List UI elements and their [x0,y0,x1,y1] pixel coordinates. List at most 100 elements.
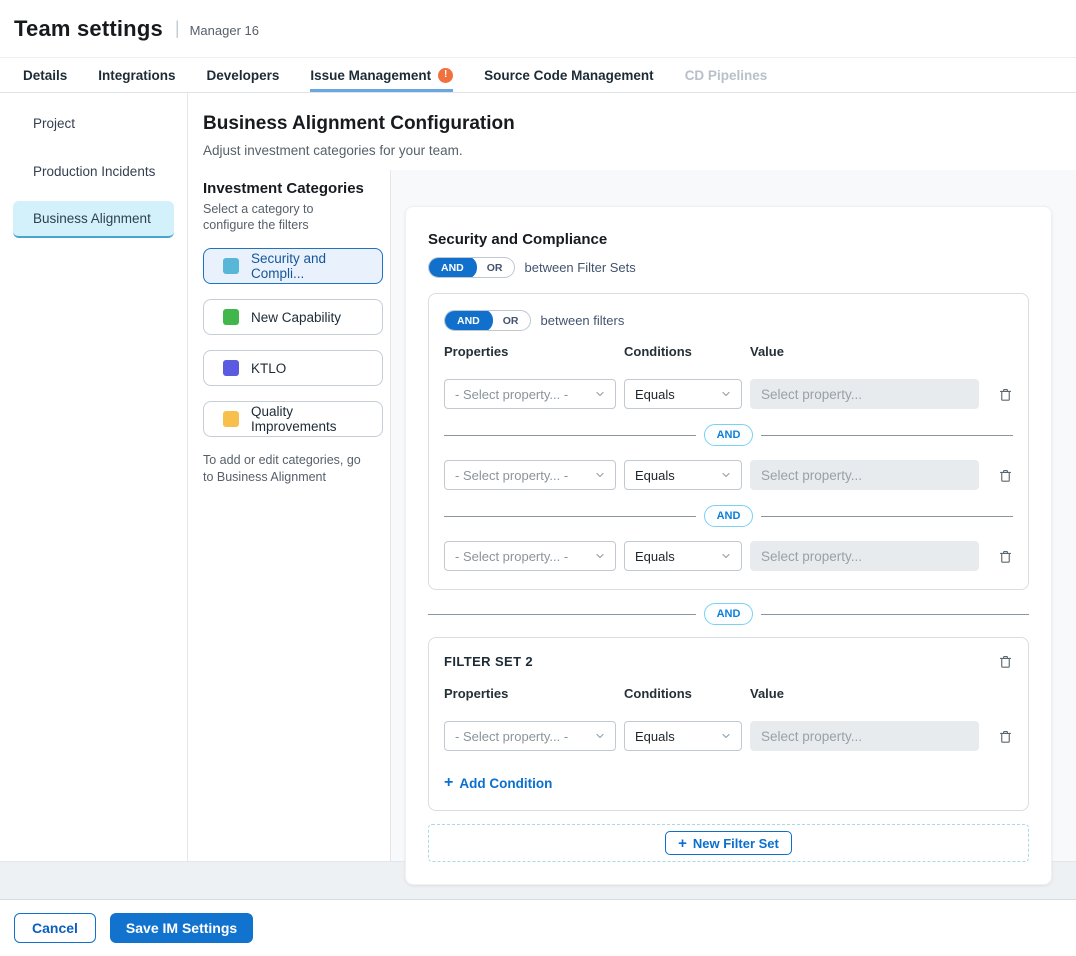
toggle-caption: between Filter Sets [525,260,636,275]
category-config-card: Security and Compliance AND OR between F… [405,206,1052,885]
sidebar-item-business-alignment[interactable]: Business Alignment [13,201,174,238]
sidebar-item-project[interactable]: Project [13,105,174,142]
app-header: Team settings | Manager 16 [0,0,1076,57]
conditions-header: Conditions [624,686,742,701]
and-or-toggle-filter-sets[interactable]: AND OR [428,257,515,278]
and-segment[interactable]: AND [428,257,477,278]
category-security-and-compliance[interactable]: Security and Compli... [203,248,383,284]
trash-icon [998,549,1013,564]
new-filter-set-button[interactable]: + New Filter Set [665,831,792,855]
category-color-swatch [223,411,239,427]
category-color-swatch [223,360,239,376]
condition-select[interactable]: Equals [624,379,742,409]
filter-row: - Select property... - Equals [444,460,1013,490]
section-title: Business Alignment Configuration [203,113,1076,135]
value-input[interactable] [750,379,979,409]
section-subtitle: Adjust investment categories for your te… [203,143,1076,158]
tab-integrations[interactable]: Integrations [98,58,175,92]
trash-icon [998,468,1013,483]
delete-filter-button[interactable] [998,468,1013,483]
chevron-down-icon [720,469,732,481]
team-name: Manager 16 [190,20,259,38]
category-color-swatch [223,309,239,325]
tab-developers[interactable]: Developers [207,58,280,92]
toggle-caption: between filters [541,313,625,328]
trash-icon [998,387,1013,402]
value-input[interactable] [750,721,979,751]
property-select[interactable]: - Select property... - [444,460,616,490]
tab-cd-pipelines: CD Pipelines [685,58,768,92]
cancel-button[interactable]: Cancel [14,913,96,943]
tab-source-code-management[interactable]: Source Code Management [484,58,654,92]
main-panel: Business Alignment Configuration Adjust … [188,93,1076,861]
tab-issue-management[interactable]: Issue Management ! [310,58,453,92]
category-color-swatch [223,258,239,274]
and-segment[interactable]: AND [444,310,493,331]
category-quality-improvements[interactable]: Quality Improvements [203,401,383,437]
page-title: Team settings [14,16,163,42]
sidebar-item-production-incidents[interactable]: Production Incidents [13,153,174,190]
categories-footnote: To add or edit categories, go to Busines… [203,452,373,485]
delete-filter-set-button[interactable] [998,654,1013,669]
filter-set-2: FILTER SET 2 Properties Conditions Value… [428,637,1029,811]
properties-header: Properties [444,686,616,701]
chevron-down-icon [594,730,606,742]
investment-categories-panel: Investment Categories Select a category … [188,170,391,861]
chevron-down-icon [720,730,732,742]
condition-select[interactable]: Equals [624,721,742,751]
and-connector-between-sets: AND [428,603,1029,625]
value-header: Value [750,344,979,359]
chevron-down-icon [720,388,732,400]
new-filter-set-dropzone: + New Filter Set [428,824,1029,862]
add-condition-button[interactable]: + Add Condition [444,775,552,791]
chevron-down-icon [720,550,732,562]
action-footer: Cancel Save IM Settings [0,899,1076,956]
filter-row: - Select property... - Equals [444,379,1013,409]
filter-set-2-title: FILTER SET 2 [444,654,533,669]
category-new-capability[interactable]: New Capability [203,299,383,335]
chevron-down-icon [594,388,606,400]
properties-header: Properties [444,344,616,359]
trash-icon [998,654,1013,669]
or-segment[interactable]: OR [492,310,530,331]
categories-hint: Select a category to configure the filte… [203,202,363,233]
chevron-down-icon [594,550,606,562]
property-select[interactable]: - Select property... - [444,379,616,409]
main-header: Business Alignment Configuration Adjust … [188,93,1076,170]
content-area: Project Production Incidents Business Al… [0,93,1076,861]
trash-icon [998,729,1013,744]
filter-column-headers: Properties Conditions Value [444,686,1013,701]
config-card-title: Security and Compliance [428,231,1029,248]
filter-row: - Select property... - Equals [444,541,1013,571]
delete-filter-button[interactable] [998,729,1013,744]
categories-title: Investment Categories [203,180,378,197]
and-or-toggle-filters[interactable]: AND OR [444,310,531,331]
filter-set-1: AND OR between filters Properties Condit… [428,293,1029,590]
category-ktlo[interactable]: KTLO [203,350,383,386]
and-connector: AND [444,505,1013,527]
conditions-header: Conditions [624,344,742,359]
plus-icon: + [444,775,453,791]
or-segment[interactable]: OR [476,257,514,278]
alert-badge-icon: ! [438,68,453,83]
tab-details[interactable]: Details [23,58,67,92]
filter-row: - Select property... - Equals [444,721,1013,751]
value-header: Value [750,686,979,701]
filter-column-headers: Properties Conditions Value [444,344,1013,359]
property-select[interactable]: - Select property... - [444,721,616,751]
filter-config-region: Security and Compliance AND OR between F… [391,170,1076,861]
title-separator: | [175,18,180,39]
delete-filter-button[interactable] [998,549,1013,564]
plus-icon: + [678,836,687,851]
condition-select[interactable]: Equals [624,460,742,490]
property-select[interactable]: - Select property... - [444,541,616,571]
delete-filter-button[interactable] [998,387,1013,402]
save-im-settings-button[interactable]: Save IM Settings [110,913,253,943]
value-input[interactable] [750,541,979,571]
chevron-down-icon [594,469,606,481]
settings-sidebar: Project Production Incidents Business Al… [0,93,188,861]
and-connector: AND [444,424,1013,446]
value-input[interactable] [750,460,979,490]
condition-select[interactable]: Equals [624,541,742,571]
tab-bar: Details Integrations Developers Issue Ma… [0,57,1076,93]
